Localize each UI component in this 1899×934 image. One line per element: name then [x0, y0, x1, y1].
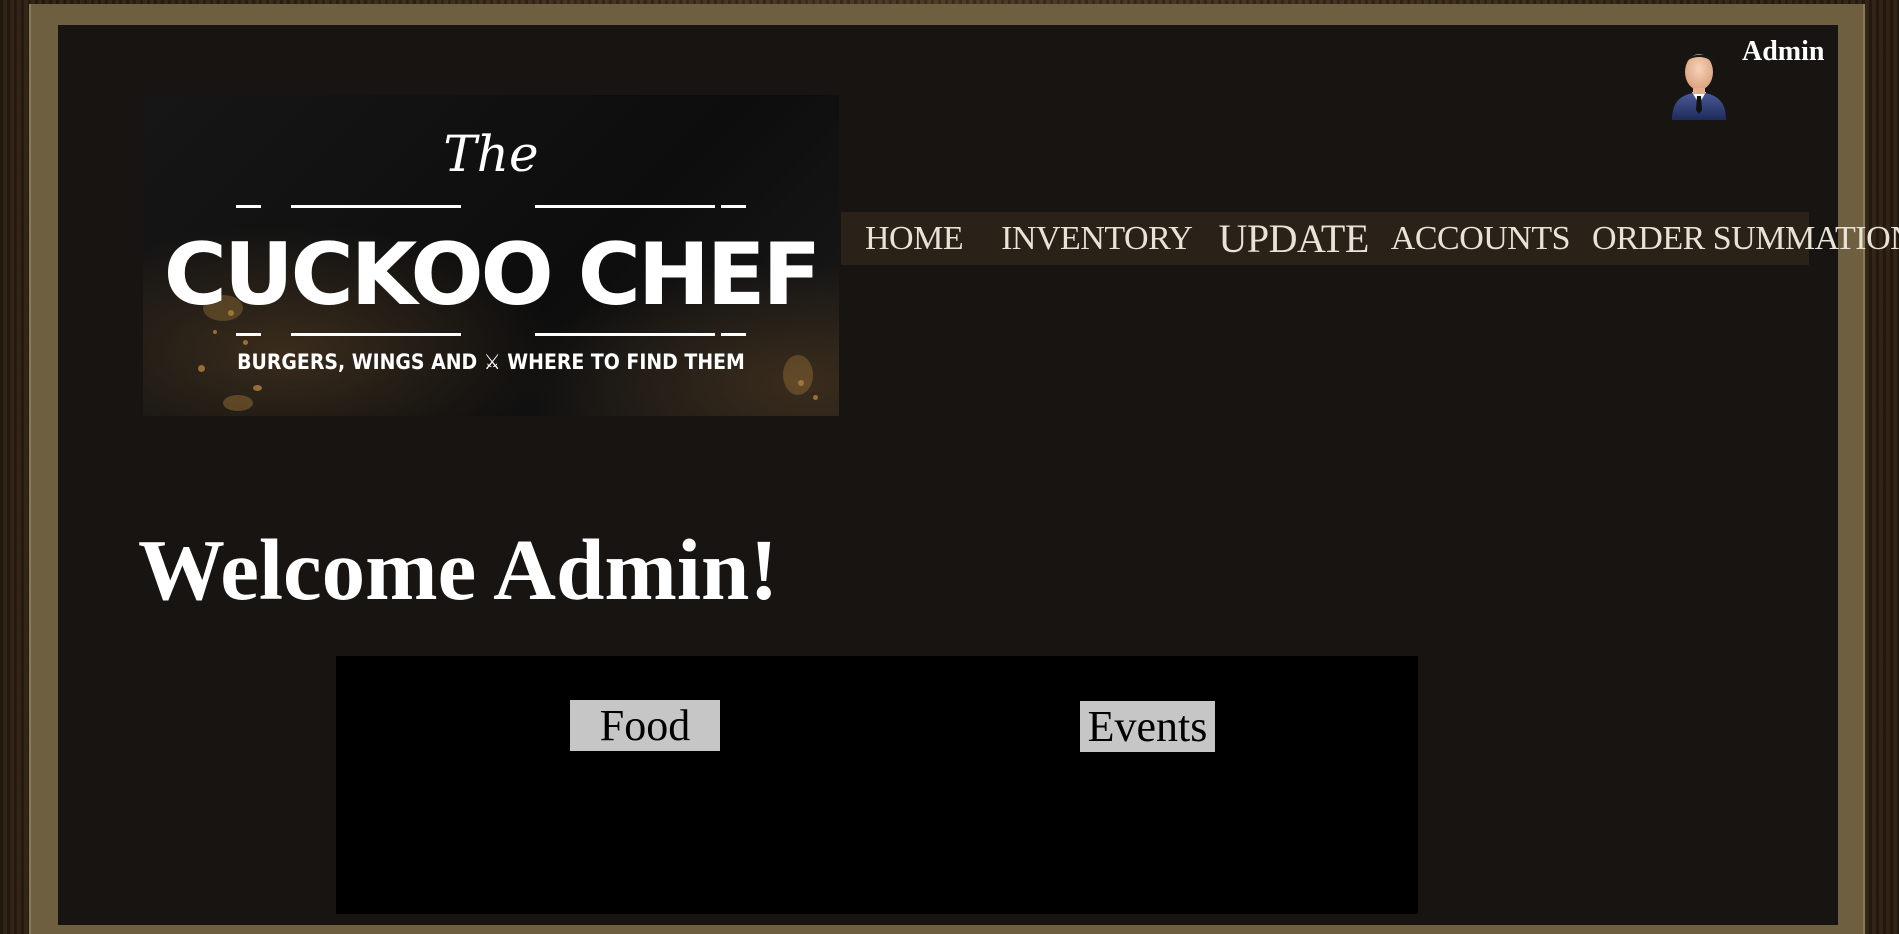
tab-food[interactable]: Food	[570, 700, 720, 751]
logo-rule	[721, 333, 746, 336]
logo-rule	[535, 205, 715, 208]
nav-item-accounts[interactable]: ACCOUNTS	[1391, 212, 1571, 265]
brand-logo[interactable]: The CUCKOO CHEF BURGERS, WINGS AND ⚔ WHE…	[143, 95, 839, 416]
logo-texture	[253, 385, 262, 391]
user-name[interactable]: Admin	[1742, 36, 1824, 68]
nav-item-inventory[interactable]: INVENTORY	[1001, 212, 1193, 265]
nav-item-order-summation[interactable]: ORDER SUMMATION	[1592, 212, 1899, 265]
user-avatar-icon[interactable]	[1668, 44, 1730, 120]
logo-texture	[243, 340, 248, 345]
logo-the: The	[443, 125, 539, 183]
logo-title: CUCKOO CHEF	[163, 225, 822, 325]
logo-rule	[291, 205, 461, 208]
logo-texture	[813, 395, 818, 400]
tab-events[interactable]: Events	[1080, 701, 1215, 752]
logo-texture	[213, 330, 217, 334]
logo-rule	[236, 205, 261, 208]
logo-rule	[291, 333, 461, 336]
nav-item-home[interactable]: HOME	[865, 212, 964, 265]
businessman-icon	[1672, 54, 1726, 120]
logo-texture	[798, 380, 804, 386]
logo-rule	[721, 205, 746, 208]
nav-item-update[interactable]: UPDATE	[1218, 212, 1369, 265]
logo-rule	[236, 333, 261, 336]
welcome-heading: Welcome Admin!	[138, 521, 779, 618]
logo-texture	[223, 395, 253, 411]
main-nav: HOME INVENTORY UPDATE ACCOUNTS ORDER SUM…	[841, 212, 1899, 265]
logo-tagline: BURGERS, WINGS AND ⚔ WHERE TO FIND THEM	[237, 350, 745, 374]
content-panel: Food Events	[336, 656, 1418, 914]
logo-rule	[535, 333, 715, 336]
